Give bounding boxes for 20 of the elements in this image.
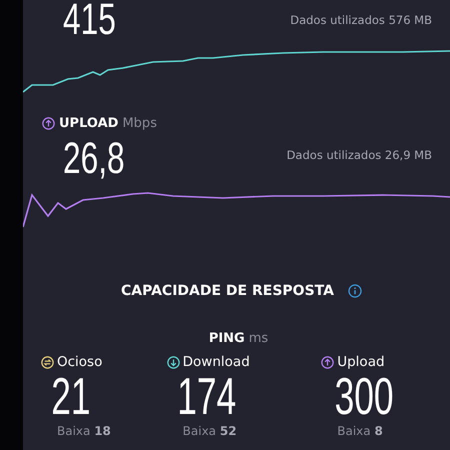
ping-type-label: Download [182, 354, 250, 370]
section-title: CAPACIDADE DE RESPOSTA [121, 283, 334, 299]
upload-label: UPLOAD [59, 116, 118, 131]
ping-unit: ms [248, 331, 268, 346]
ping-label: PING [208, 331, 245, 346]
ping-value: 21 [50, 370, 91, 424]
low-ping-text: Baixa 52 [182, 424, 237, 438]
download-speed-value: 415 [63, 0, 116, 44]
low-ping-text: Baixa 8 [336, 424, 383, 438]
ping-type-label: Ocioso [57, 354, 102, 370]
data-used-text: Dados utilizados 576 MB [289, 12, 432, 28]
ping-type-label: Upload [337, 354, 385, 370]
ping-value: 300 [334, 370, 394, 424]
upload-speed-value: 26,8 [63, 135, 125, 183]
info-icon[interactable] [348, 284, 362, 298]
swap-arrows-icon [41, 356, 54, 368]
data-used-text: Dados utilizados 26,9 MB [286, 147, 432, 163]
low-ping-text: Baixa 18 [56, 424, 111, 438]
upload-unit: Mbps [122, 116, 157, 131]
ping-value: 174 [176, 370, 236, 424]
